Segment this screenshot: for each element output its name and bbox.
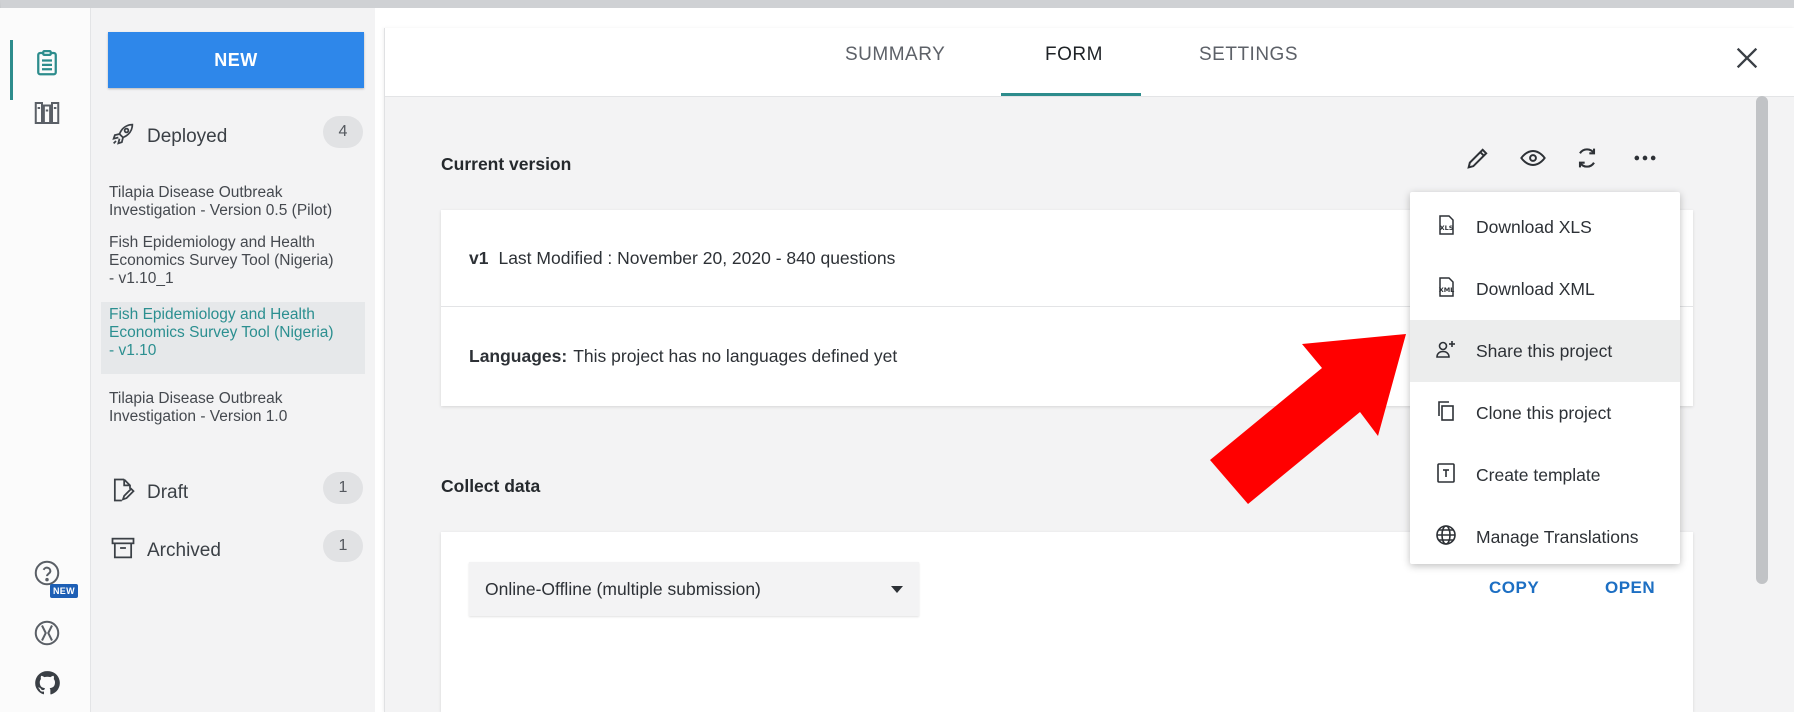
- xls-file-icon: XLS: [1434, 213, 1458, 242]
- globe-icon: [1434, 523, 1458, 552]
- menu-label: Manage Translations: [1476, 526, 1639, 547]
- deployed-count-badge: 4: [323, 116, 363, 148]
- scrollbar-thumb[interactable]: [1756, 96, 1768, 584]
- project-list-item-selected[interactable]: Fish Epidemiology and Health Economics S…: [101, 302, 365, 374]
- menu-manage-translations[interactable]: Manage Translations: [1410, 506, 1680, 568]
- github-icon[interactable]: [30, 666, 64, 700]
- draft-count-badge: 1: [323, 472, 363, 504]
- icon-rail: NEW: [0, 8, 91, 712]
- menu-share-project[interactable]: Share this project: [1410, 320, 1680, 382]
- deployed-section[interactable]: Deployed 4: [109, 116, 367, 154]
- project-list-item[interactable]: Tilapia Disease Outbreak Investigation -…: [101, 386, 365, 430]
- archived-section[interactable]: Archived 1: [109, 530, 367, 568]
- menu-label: Clone this project: [1476, 402, 1612, 423]
- project-title-line: Fish Epidemiology and Health: [109, 234, 315, 251]
- menu-clone-project[interactable]: Clone this project: [1410, 382, 1680, 444]
- copy-link-button[interactable]: COPY: [1489, 578, 1539, 598]
- clone-icon: [1434, 399, 1458, 428]
- archive-icon: [109, 534, 137, 568]
- tab-bar: SUMMARY FORM SETTINGS: [385, 28, 1794, 97]
- project-title-line: - v1.10_1: [109, 270, 174, 287]
- library-icon[interactable]: [30, 96, 64, 130]
- menu-download-xml[interactable]: XML Download XML: [1410, 258, 1680, 320]
- menu-label: Download XLS: [1476, 216, 1592, 237]
- last-modified-text: Last Modified : November 20, 2020 - 840 …: [498, 247, 896, 268]
- active-tab-indicator: [1001, 93, 1141, 96]
- project-title-line: Tilapia Disease Outbreak: [109, 184, 283, 201]
- open-link-button[interactable]: OPEN: [1605, 578, 1655, 598]
- project-list-item[interactable]: Tilapia Disease Outbreak Investigation -…: [101, 180, 365, 224]
- rail-active-indicator: [10, 40, 13, 100]
- languages-value: This project has no languages defined ye…: [573, 346, 898, 366]
- new-project-button[interactable]: NEW: [108, 32, 364, 88]
- collect-method-select[interactable]: Online-Offline (multiple submission): [469, 562, 919, 616]
- project-list-item[interactable]: Fish Epidemiology and Health Economics S…: [101, 230, 365, 292]
- more-options-icon[interactable]: [1627, 140, 1663, 176]
- tab-settings[interactable]: SETTINGS: [1199, 44, 1298, 66]
- version-label: v1: [469, 247, 489, 268]
- collect-method-value: Online-Offline (multiple submission): [485, 578, 761, 599]
- close-icon[interactable]: [1729, 40, 1765, 76]
- current-version-title: Current version: [441, 154, 572, 174]
- project-title-line: Tilapia Disease Outbreak: [109, 390, 283, 407]
- rocket-icon: [109, 120, 137, 154]
- annotation-arrow: [1210, 334, 1406, 504]
- svg-text:XML: XML: [1439, 286, 1455, 294]
- draft-icon: [109, 476, 137, 510]
- collect-data-title: Collect data: [441, 476, 541, 496]
- tab-summary[interactable]: SUMMARY: [845, 44, 945, 66]
- draft-section[interactable]: Draft 1: [109, 472, 367, 510]
- languages-label: Languages:: [469, 346, 568, 366]
- more-options-menu: XLS Download XLS XML Download XML Share …: [1410, 192, 1680, 564]
- project-title-line: Fish Epidemiology and Health: [109, 306, 315, 323]
- refresh-icon[interactable]: [1569, 140, 1605, 176]
- template-icon: [1434, 461, 1458, 490]
- tab-form[interactable]: FORM: [1045, 44, 1103, 66]
- menu-label: Download XML: [1476, 278, 1595, 299]
- menu-label: Share this project: [1476, 340, 1613, 361]
- menu-download-xls[interactable]: XLS Download XLS: [1410, 196, 1680, 258]
- menu-create-template[interactable]: Create template: [1410, 444, 1680, 506]
- deployed-label: Deployed: [147, 126, 228, 147]
- svg-text:XLS: XLS: [1440, 224, 1454, 232]
- menu-label: Create template: [1476, 464, 1601, 485]
- project-title-line: Economics Survey Tool (Nigeria): [109, 324, 334, 341]
- project-sidebar: NEW Deployed 4 Tilapia Disease Outbreak …: [91, 8, 375, 712]
- new-badge: NEW: [50, 584, 78, 598]
- project-title-line: Economics Survey Tool (Nigeria): [109, 252, 334, 269]
- caret-down-icon: [891, 586, 903, 593]
- edit-pencil-icon[interactable]: [1460, 140, 1496, 176]
- project-title-line: Investigation - Version 1.0: [109, 408, 288, 425]
- archived-label: Archived: [147, 540, 221, 561]
- support-icon[interactable]: [30, 616, 64, 650]
- add-user-icon: [1434, 337, 1458, 366]
- project-title-line: Investigation - Version 0.5 (Pilot): [109, 202, 333, 219]
- clipboard-icon[interactable]: [30, 46, 64, 80]
- archived-count-badge: 1: [323, 530, 363, 562]
- xml-file-icon: XML: [1434, 275, 1458, 304]
- project-title-line: - v1.10: [109, 342, 157, 359]
- draft-label: Draft: [147, 482, 189, 503]
- preview-eye-icon[interactable]: [1515, 140, 1551, 176]
